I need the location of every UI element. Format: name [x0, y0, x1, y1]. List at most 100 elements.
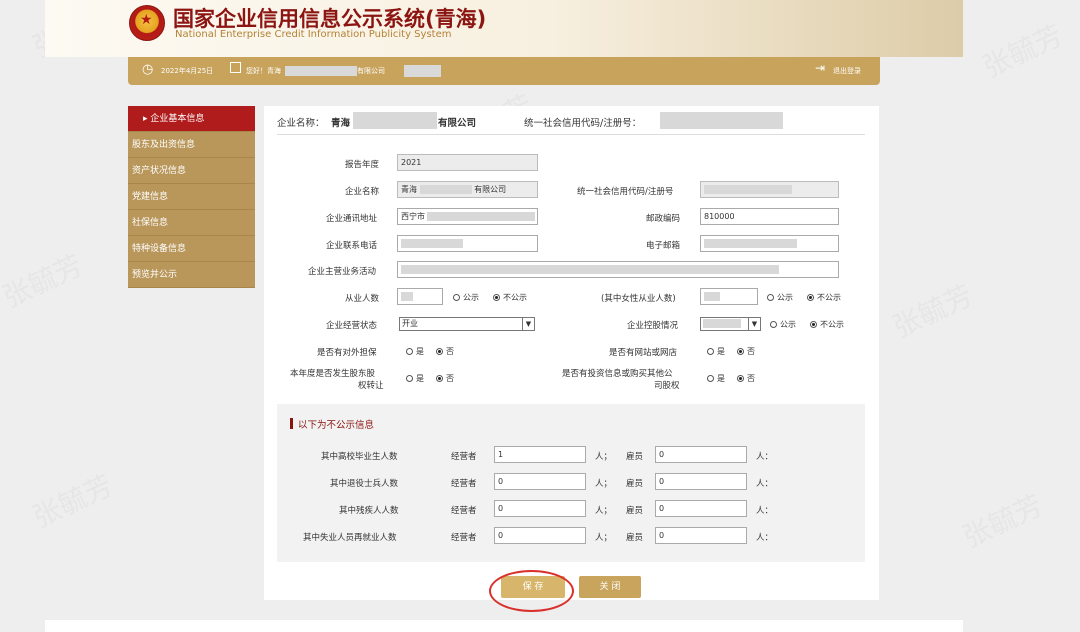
redacted-value — [704, 292, 720, 301]
guarantee-yes-radio[interactable]: 是 — [406, 346, 424, 357]
female-private-radio[interactable]: 不公示 — [807, 292, 841, 303]
nonpublic-row-label: 其中退役士兵人数 — [330, 479, 399, 489]
website-yes-radio[interactable]: 是 — [707, 346, 725, 357]
credit-code-label: 统一社会信用代码/注册号： — [524, 118, 642, 129]
unit-label: 人； — [595, 506, 613, 516]
employees-public-radio[interactable]: 公示 — [453, 292, 479, 303]
employee-label: 雇员 — [626, 506, 644, 516]
sidebar: ▸ 企业基本信息 股东及出资信息 资产状况信息 党建信息 社保信息 特种设备信息… — [128, 106, 255, 288]
sidebar-item-social-security[interactable]: 社保信息 — [128, 210, 255, 236]
highlight-circle — [489, 570, 574, 612]
sidebar-item-assets[interactable]: 资产状况信息 — [128, 158, 255, 184]
close-button[interactable]: 关 闭 — [579, 576, 641, 598]
watermark: 张毓芳 — [27, 468, 118, 535]
company-name-suffix: 有限公司 — [438, 118, 477, 129]
logout-link[interactable]: 退出登录 — [833, 66, 861, 76]
transfer-no-radio[interactable]: 否 — [436, 373, 454, 384]
reemployed-employee-field[interactable]: 0 — [655, 527, 747, 544]
clock-icon: ◷ — [142, 62, 154, 77]
female-employees-field[interactable] — [700, 288, 758, 305]
holding-public-radio[interactable]: 公示 — [770, 319, 796, 330]
sidebar-item-basic-info[interactable]: ▸ 企业基本信息 — [128, 106, 255, 132]
guarantee-no-radio[interactable]: 否 — [436, 346, 454, 357]
invest-yes-radio[interactable]: 是 — [707, 373, 725, 384]
chevron-down-icon: ▼ — [522, 318, 534, 330]
business-label: 企业主营业务活动 — [308, 267, 377, 277]
sidebar-item-special-equipment[interactable]: 特种设备信息 — [128, 236, 255, 262]
top-bar: ◷ 2022年4月25日 您好！青海 有限公司 ⇥ 退出登录 — [128, 57, 880, 85]
business-field[interactable] — [397, 261, 839, 278]
redacted-value — [427, 212, 535, 221]
employees-field[interactable] — [397, 288, 443, 305]
redacted-value — [401, 292, 413, 301]
disabled-employee-field[interactable]: 0 — [655, 500, 747, 517]
nonpublic-row-label: 其中高校毕业生人数 — [321, 452, 398, 462]
redacted-value — [401, 239, 463, 248]
sidebar-item-party[interactable]: 党建信息 — [128, 184, 255, 210]
national-emblem-icon — [129, 5, 165, 41]
guarantee-label: 是否有对外担保 — [317, 348, 377, 358]
unit-label: 人； — [595, 452, 613, 462]
watermark: 张毓芳 — [977, 18, 1068, 85]
nonpublic-title: 以下为不公示信息 — [298, 420, 375, 431]
footer — [45, 620, 963, 632]
company-name-field-label: 企业名称 — [345, 187, 380, 197]
transfer-label-2: 权转让 — [358, 381, 384, 391]
report-year-field[interactable]: 2021 — [397, 154, 538, 171]
website-label: 是否有网站或网店 — [609, 348, 678, 358]
transfer-yes-radio[interactable]: 是 — [406, 373, 424, 384]
section-marker — [290, 418, 293, 429]
company-name-field-suffix: 有限公司 — [474, 185, 507, 194]
unit-end-label: 人： — [756, 479, 774, 489]
status-select[interactable]: 开业 ▼ — [399, 317, 535, 331]
female-public-radio[interactable]: 公示 — [767, 292, 793, 303]
company-name-field[interactable]: 青海 有限公司 — [397, 181, 538, 198]
veterans-operator-field[interactable]: 0 — [494, 473, 586, 490]
sidebar-item-label: 股东及出资信息 — [132, 140, 196, 150]
redacted-value — [704, 185, 792, 194]
employee-label: 雇员 — [626, 452, 644, 462]
credit-code-field-label: 统一社会信用代码/注册号 — [577, 187, 674, 197]
reemployed-operator-field[interactable]: 0 — [494, 527, 586, 544]
invest-no-radio[interactable]: 否 — [737, 373, 755, 384]
credit-code-field[interactable] — [700, 181, 839, 198]
operator-label: 经营者 — [451, 452, 477, 462]
holding-select[interactable]: ▼ — [700, 317, 761, 331]
watermark: 张毓芳 — [957, 488, 1048, 555]
website-no-radio[interactable]: 否 — [737, 346, 755, 357]
redacted-name — [353, 112, 437, 129]
postcode-field[interactable]: 810000 — [700, 208, 839, 225]
sidebar-item-preview[interactable]: 预览并公示 — [128, 262, 255, 288]
disabled-operator-field[interactable]: 0 — [494, 500, 586, 517]
logout-icon[interactable]: ⇥ — [815, 61, 825, 75]
employee-label: 雇员 — [626, 533, 644, 543]
watermark: 张毓芳 — [887, 278, 978, 345]
address-field[interactable]: 西宁市 — [397, 208, 538, 225]
status-label: 企业经营状态 — [326, 321, 378, 331]
company-name-field-prefix: 青海 — [401, 185, 417, 194]
transfer-label: 本年度是否发生股东股 — [290, 369, 376, 379]
holding-private-radio[interactable]: 不公示 — [810, 319, 844, 330]
veterans-employee-field[interactable]: 0 — [655, 473, 747, 490]
email-field[interactable] — [700, 235, 839, 252]
address-value: 西宁市 — [401, 212, 425, 221]
sidebar-item-label: 资产状况信息 — [132, 166, 187, 176]
report-year-label: 报告年度 — [345, 160, 380, 170]
system-subtitle: National Enterprise Credit Information P… — [175, 29, 452, 40]
phone-label: 企业联系电话 — [326, 241, 378, 251]
holding-label: 企业控股情况 — [627, 321, 679, 331]
sidebar-item-shareholders[interactable]: 股东及出资信息 — [128, 132, 255, 158]
greeting-text: 您好！青海 — [246, 67, 281, 75]
status-value: 开业 — [402, 319, 418, 328]
graduates-employee-field[interactable]: 0 — [655, 446, 747, 463]
employee-label: 雇员 — [626, 479, 644, 489]
user-icon — [230, 62, 241, 73]
graduates-operator-field[interactable]: 1 — [494, 446, 586, 463]
employees-private-radio[interactable]: 不公示 — [493, 292, 527, 303]
redacted-value — [419, 185, 472, 194]
greeting-company-suffix: 有限公司 — [357, 67, 385, 75]
redacted-value — [704, 239, 797, 248]
sidebar-item-label: 社保信息 — [132, 218, 169, 228]
phone-field[interactable] — [397, 235, 538, 252]
divider — [277, 134, 865, 135]
